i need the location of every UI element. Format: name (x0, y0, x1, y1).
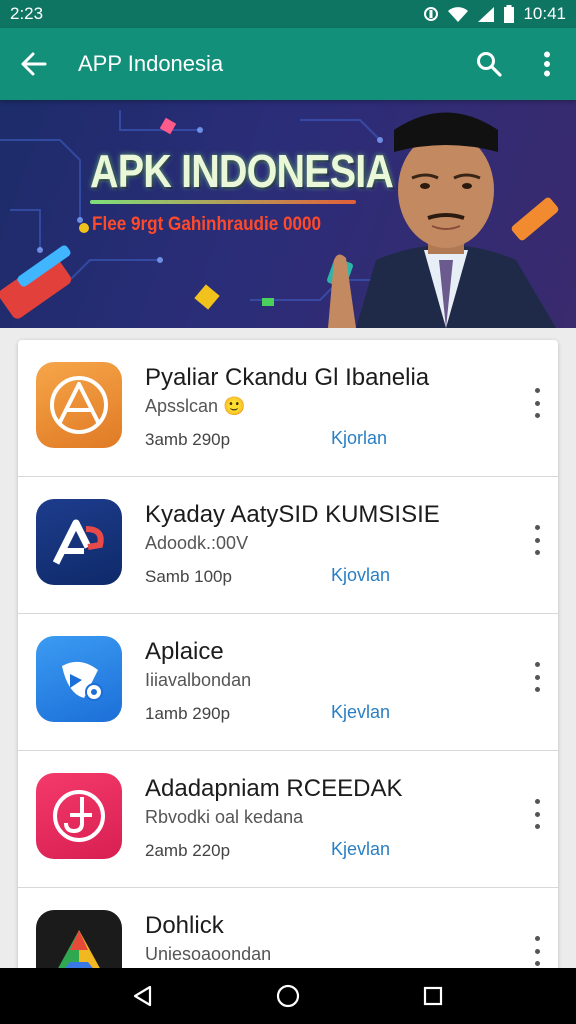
app-developer: Uniesoaoondan (145, 944, 272, 964)
list-item[interactable]: Kyaday AatySID KUMSISIE Adoodk.:00V Samb… (18, 477, 558, 614)
search-button[interactable] (460, 28, 518, 100)
install-link[interactable]: Kjevlan (331, 702, 390, 723)
app-name: Pyaliar Ckandu Gl Ibanelia (145, 364, 430, 391)
search-icon (477, 52, 502, 77)
nav-back-button[interactable] (113, 968, 173, 1024)
app-size: 2amb 220p (145, 841, 231, 860)
status-time: 2:23 (10, 4, 44, 23)
app-name: Adadapniam RCEEDAK (145, 775, 403, 802)
promo-banner[interactable]: APK INDONESIA Flee 9rgt Gahinhraudie 000… (0, 100, 576, 328)
more-vert-icon (534, 662, 540, 667)
install-link[interactable]: Kjevlan (331, 839, 390, 860)
app-icon (36, 362, 122, 448)
app-size: 1amb 290p (145, 704, 231, 723)
app-name: Aplaice (145, 638, 224, 665)
app-name: Dohlick (145, 912, 224, 939)
home-circle-icon (276, 984, 300, 1008)
app-developer: Apsslcan 🙂 (145, 396, 246, 416)
page-title: APP Indonesia (78, 51, 224, 76)
app-name: Kyaday AatySID KUMSISIE (145, 501, 440, 528)
item-menu-button[interactable] (526, 936, 548, 966)
app-icon (36, 499, 122, 585)
list-item[interactable]: Pyaliar Ckandu Gl Ibanelia Apsslcan 🙂 3a… (18, 340, 558, 477)
wifi-icon (447, 6, 469, 22)
spokesperson-illustration (328, 112, 556, 328)
item-menu-button[interactable] (526, 662, 548, 692)
nav-recents-button[interactable] (403, 968, 463, 1024)
app-size: 3amb 290p (145, 430, 231, 449)
app-developer: Iiiavalbondan (145, 670, 252, 690)
more-vert-icon (534, 388, 540, 393)
back-button[interactable] (0, 28, 68, 100)
more-vert-icon (544, 51, 550, 77)
list-item[interactable]: Aplaice Iiiavalbondan 1amb 290p Kjevlan (18, 614, 558, 751)
more-vert-icon (534, 936, 540, 941)
list-item[interactable]: Adadapniam RCEEDAK Rbvodki oal kedana 2a… (18, 751, 558, 888)
battery-icon (503, 5, 515, 23)
item-menu-button[interactable] (526, 388, 548, 418)
data-saver-icon (423, 6, 439, 22)
app-developer: Adoodk.:00V (145, 533, 249, 553)
list-item[interactable]: Dohlick Uniesoaoondan (18, 888, 558, 980)
arrow-back-icon (21, 52, 47, 76)
install-link[interactable]: Kjovlan (331, 565, 390, 586)
app-icon (36, 773, 122, 859)
install-link[interactable]: Kjorlan (331, 428, 387, 449)
app-list: Pyaliar Ckandu Gl Ibanelia Apsslcan 🙂 3a… (18, 340, 558, 980)
item-menu-button[interactable] (526, 799, 548, 829)
overflow-menu-button[interactable] (518, 28, 576, 100)
signal-icon (477, 6, 495, 22)
emoji: 🙂 (223, 396, 246, 416)
banner-subtitle: Flee 9rgt Gahinhraudie 0000 (92, 214, 322, 235)
recents-square-icon (424, 986, 443, 1006)
item-menu-button[interactable] (526, 525, 548, 555)
back-triangle-icon (133, 985, 151, 1007)
app-developer: Rbvodki oal kedana (145, 807, 304, 827)
more-vert-icon (534, 799, 540, 804)
app-size: Samb 100p (145, 567, 232, 586)
app-icon (36, 636, 122, 722)
system-nav-bar (0, 968, 576, 1024)
more-vert-icon (534, 525, 540, 530)
app-bar: APP Indonesia (0, 28, 576, 100)
nav-home-button[interactable] (258, 968, 318, 1024)
status-battery-text: 10:41 (523, 4, 566, 23)
status-bar: 2:23 10:41 (0, 0, 576, 28)
